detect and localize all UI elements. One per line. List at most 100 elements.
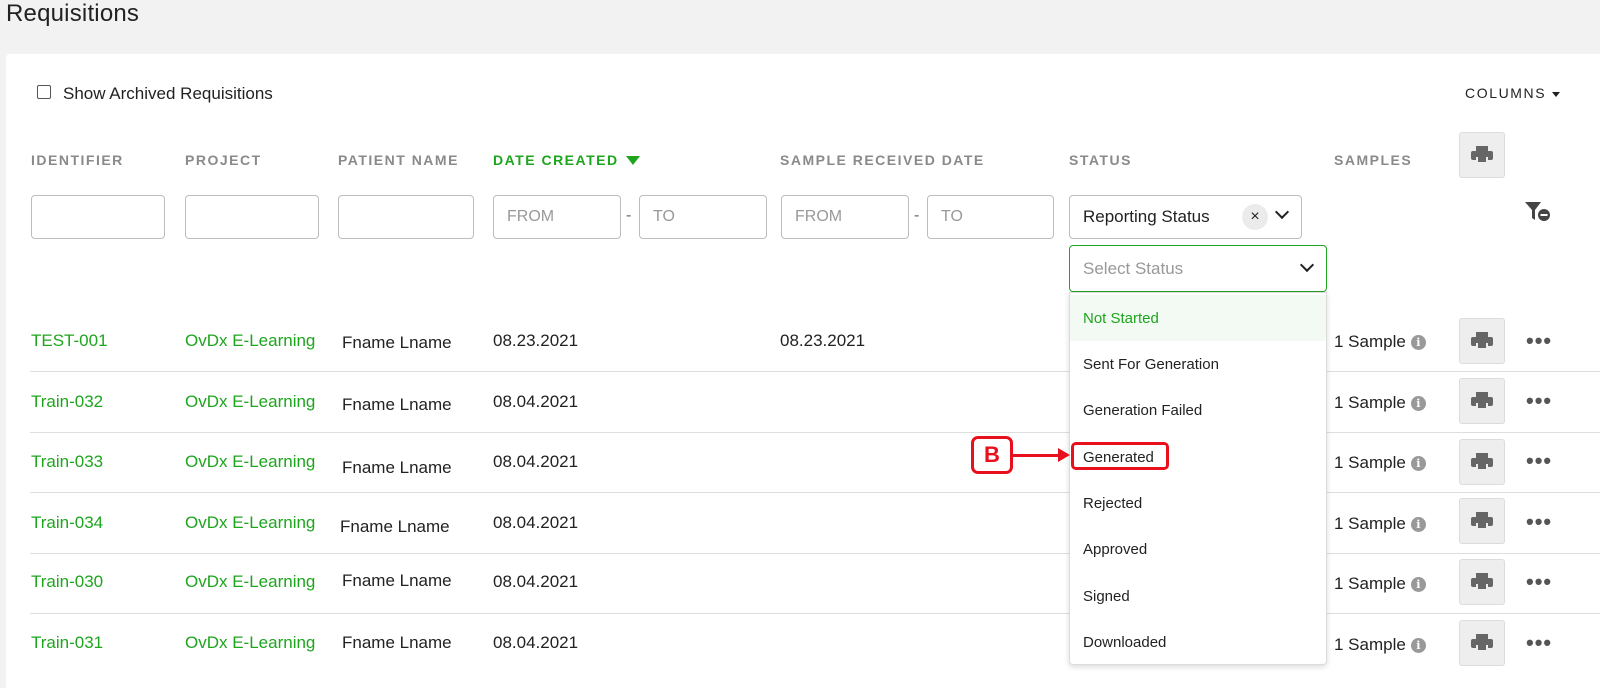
date-created: 08.04.2021 xyxy=(493,452,579,471)
columns-label: COLUMNS xyxy=(1465,85,1547,101)
sample-received-from-input[interactable]: FROM xyxy=(781,195,909,239)
status-option-signed[interactable]: Signed xyxy=(1070,573,1326,619)
project-link[interactable]: OvDx E-Learning xyxy=(185,331,315,351)
print-all-button[interactable] xyxy=(1459,132,1505,178)
project-link[interactable]: OvDx E-Learning xyxy=(185,513,315,533)
table-row[interactable]: Train-032 OvDx E-Learning Fname Lname 08… xyxy=(30,372,1600,433)
column-header-samples[interactable]: SAMPLES xyxy=(1334,152,1412,168)
clear-filters-icon[interactable] xyxy=(1524,200,1552,226)
status-type-value: Reporting Status xyxy=(1083,207,1210,226)
more-actions-icon[interactable]: ••• xyxy=(1526,388,1552,414)
chevron-down-icon[interactable] xyxy=(1274,204,1290,220)
column-header-date-created[interactable]: DATE CREATED xyxy=(493,152,640,168)
date-created-range-separator: - xyxy=(626,207,632,224)
patient-name: Fname Lname xyxy=(342,571,452,590)
page-title: Requisitions xyxy=(6,0,140,27)
info-icon[interactable]: i xyxy=(1410,334,1426,350)
date-created-from-input[interactable]: FROM xyxy=(493,195,621,239)
chevron-down-icon[interactable] xyxy=(1299,257,1315,273)
patient-name: Fname Lname xyxy=(340,517,450,536)
status-options-menu: Not Started Sent For Generation Generati… xyxy=(1069,292,1327,665)
print-row-button[interactable] xyxy=(1459,378,1505,424)
date-created: 08.04.2021 xyxy=(493,633,579,652)
identifier-link[interactable]: Train-032 xyxy=(31,392,103,412)
more-actions-icon[interactable]: ••• xyxy=(1526,509,1552,535)
table-row[interactable]: Train-031 OvDx E-Learning Fname Lname 08… xyxy=(30,614,1600,675)
printer-icon xyxy=(1471,453,1493,471)
sample-received-range-separator: - xyxy=(914,207,920,224)
status-option-downloaded[interactable]: Downloaded xyxy=(1070,619,1326,665)
column-header-patient-name[interactable]: PATIENT NAME xyxy=(338,152,459,168)
samples-count: 1 Sample i xyxy=(1334,393,1426,413)
samples-count: 1 Sample i xyxy=(1334,635,1426,655)
more-actions-icon[interactable]: ••• xyxy=(1526,569,1552,595)
show-archived-toggle[interactable]: Show Archived Requisitions xyxy=(37,84,273,104)
more-actions-icon[interactable]: ••• xyxy=(1526,630,1552,656)
column-header-identifier[interactable]: IDENTIFIER xyxy=(31,152,124,168)
column-header-project[interactable]: PROJECT xyxy=(185,152,262,168)
print-row-button[interactable] xyxy=(1459,439,1505,485)
info-icon[interactable]: i xyxy=(1410,637,1426,653)
printer-icon xyxy=(1471,332,1493,350)
table-row[interactable]: Train-033 OvDx E-Learning Fname Lname 08… xyxy=(30,432,1600,493)
status-type-select[interactable]: Reporting Status × xyxy=(1069,195,1302,239)
column-header-status[interactable]: STATUS xyxy=(1069,152,1132,168)
project-link[interactable]: OvDx E-Learning xyxy=(185,452,315,472)
print-row-button[interactable] xyxy=(1459,620,1505,666)
sample-received-date: 08.23.2021 xyxy=(780,331,866,350)
project-link[interactable]: OvDx E-Learning xyxy=(185,392,315,412)
more-actions-icon[interactable]: ••• xyxy=(1526,328,1552,354)
identifier-link[interactable]: Train-034 xyxy=(31,513,103,533)
date-created: 08.04.2021 xyxy=(493,392,579,411)
samples-label: 1 Sample xyxy=(1334,574,1406,593)
annotation-highlight-box xyxy=(1071,442,1169,470)
date-created: 08.23.2021 xyxy=(493,331,579,350)
show-archived-checkbox[interactable] xyxy=(37,85,51,99)
samples-count: 1 Sample i xyxy=(1334,574,1426,594)
samples-label: 1 Sample xyxy=(1334,453,1406,472)
status-option-rejected[interactable]: Rejected xyxy=(1070,480,1326,526)
table-row[interactable]: Train-030 OvDx E-Learning Fname Lname 08… xyxy=(30,553,1600,614)
printer-icon xyxy=(1471,634,1493,652)
printer-icon xyxy=(1471,512,1493,530)
info-icon[interactable]: i xyxy=(1410,395,1426,411)
info-icon[interactable]: i xyxy=(1410,516,1426,532)
info-icon[interactable]: i xyxy=(1410,576,1426,592)
info-icon[interactable]: i xyxy=(1410,455,1426,471)
project-link[interactable]: OvDx E-Learning xyxy=(185,633,315,653)
identifier-link[interactable]: Train-031 xyxy=(31,633,103,653)
identifier-filter-input[interactable] xyxy=(31,195,165,239)
table-row[interactable]: TEST-001 OvDx E-Learning Fname Lname 08.… xyxy=(30,311,1600,372)
select-status-dropdown[interactable]: Select Status xyxy=(1069,245,1327,292)
samples-label: 1 Sample xyxy=(1334,332,1406,351)
samples-label: 1 Sample xyxy=(1334,393,1406,412)
more-actions-icon[interactable]: ••• xyxy=(1526,448,1552,474)
column-header-sample-received-date[interactable]: SAMPLE RECEIVED DATE xyxy=(780,152,985,168)
identifier-link[interactable]: Train-033 xyxy=(31,452,103,472)
status-option-sent-for-generation[interactable]: Sent For Generation xyxy=(1070,341,1326,387)
patient-name: Fname Lname xyxy=(342,395,452,414)
status-option-not-started[interactable]: Not Started xyxy=(1070,295,1326,341)
columns-menu-button[interactable]: COLUMNS xyxy=(1465,85,1561,101)
date-created: 08.04.2021 xyxy=(493,572,579,591)
patient-name-filter-input[interactable] xyxy=(338,195,474,239)
identifier-link[interactable]: TEST-001 xyxy=(31,331,108,351)
samples-count: 1 Sample i xyxy=(1334,332,1426,352)
samples-count: 1 Sample i xyxy=(1334,514,1426,534)
select-status-placeholder: Select Status xyxy=(1083,258,1184,278)
project-filter-input[interactable] xyxy=(185,195,319,239)
identifier-link[interactable]: Train-030 xyxy=(31,572,103,592)
patient-name: Fname Lname xyxy=(342,458,452,477)
project-link[interactable]: OvDx E-Learning xyxy=(185,572,315,592)
table-row[interactable]: Train-034 OvDx E-Learning Fname Lname 08… xyxy=(30,493,1600,554)
print-row-button[interactable] xyxy=(1459,498,1505,544)
samples-count: 1 Sample i xyxy=(1334,453,1426,473)
sample-received-to-input[interactable]: TO xyxy=(927,195,1054,239)
print-row-button[interactable] xyxy=(1459,559,1505,605)
date-created-to-input[interactable]: TO xyxy=(639,195,767,239)
show-archived-label: Show Archived Requisitions xyxy=(63,84,273,103)
clear-icon[interactable]: × xyxy=(1242,204,1268,230)
status-option-generation-failed[interactable]: Generation Failed xyxy=(1070,387,1326,433)
status-option-approved[interactable]: Approved xyxy=(1070,526,1326,572)
print-row-button[interactable] xyxy=(1459,318,1505,364)
